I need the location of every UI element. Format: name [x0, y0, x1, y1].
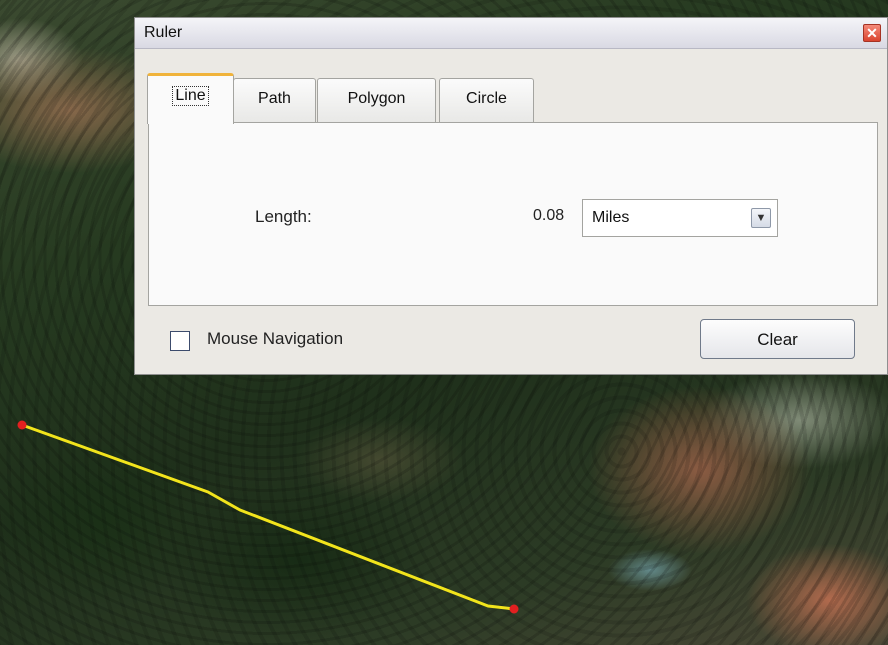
- length-label: Length:: [255, 207, 312, 226]
- tab-circle[interactable]: Circle: [439, 78, 534, 123]
- window-title: Ruler: [144, 24, 183, 41]
- measure-start-point[interactable]: [17, 420, 27, 430]
- mouse-navigation-label[interactable]: Mouse Navigation: [207, 329, 343, 349]
- close-button[interactable]: ✕: [863, 24, 881, 42]
- close-icon: ✕: [866, 25, 878, 41]
- unit-select[interactable]: Miles ▼: [582, 199, 778, 237]
- length-value: 0.08: [533, 207, 565, 224]
- mouse-navigation-checkbox[interactable]: [170, 331, 190, 351]
- tab-line-label: Line: [172, 86, 209, 106]
- ruler-window: Ruler ✕ Line Path Polygon Circle Length:…: [134, 17, 888, 375]
- unit-select-value: Miles: [592, 209, 630, 226]
- measure-end-point[interactable]: [509, 604, 519, 614]
- tab-polygon-label: Polygon: [347, 90, 406, 107]
- measure-line: [21, 423, 515, 611]
- tab-path[interactable]: Path: [233, 78, 316, 123]
- tab-circle-label: Circle: [466, 90, 507, 107]
- tab-polygon[interactable]: Polygon: [317, 78, 436, 123]
- clear-button[interactable]: Clear: [700, 319, 855, 359]
- tab-panel-line: Length: 0.08 Miles ▼: [148, 122, 878, 306]
- window-titlebar[interactable]: Ruler ✕: [135, 18, 887, 49]
- chevron-down-icon[interactable]: ▼: [751, 208, 771, 228]
- tab-line[interactable]: Line: [147, 73, 234, 124]
- tab-path-label: Path: [258, 90, 291, 107]
